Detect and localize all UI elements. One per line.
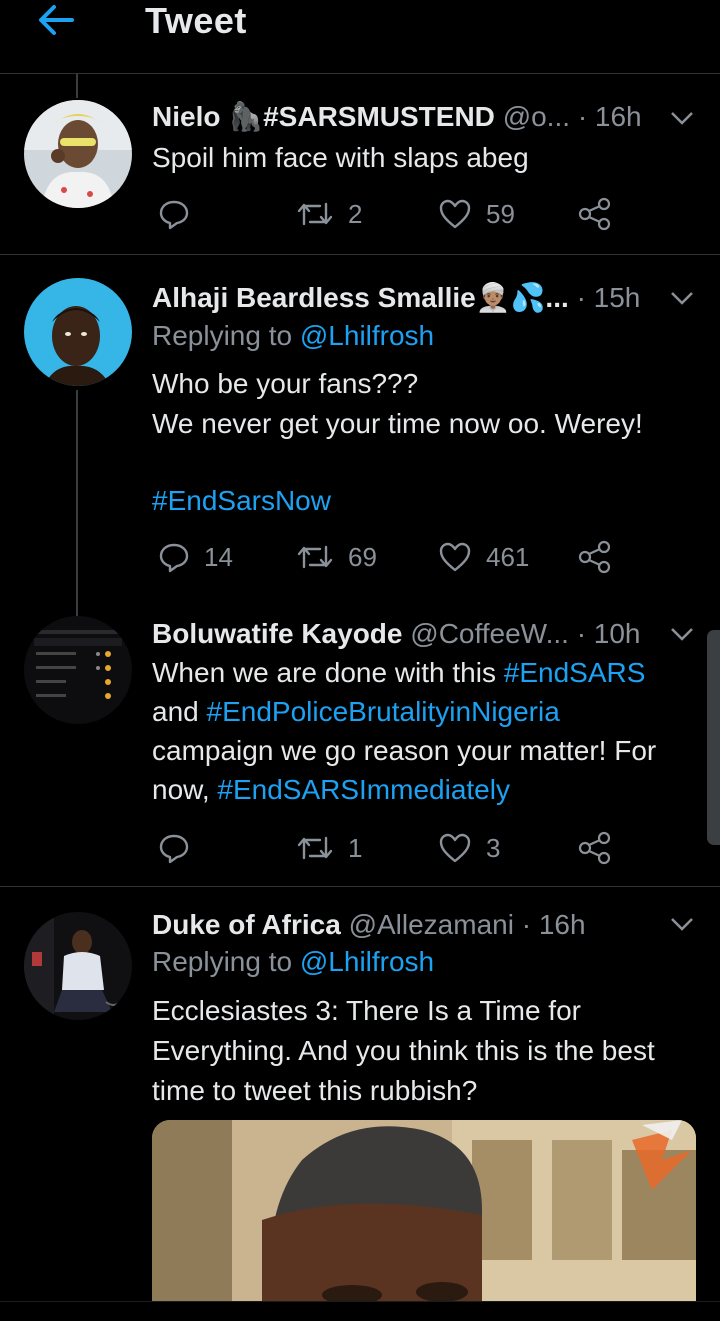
chevron-down-icon[interactable]	[670, 290, 694, 306]
user-handle[interactable]: @CoffeeW...	[410, 618, 569, 649]
reply-icon	[159, 200, 189, 230]
reply-icon	[159, 834, 189, 864]
back-arrow-icon[interactable]	[36, 2, 76, 38]
share-button[interactable]	[578, 828, 612, 868]
hashtag-link[interactable]: #EndSarsNow	[152, 481, 702, 520]
tweet-header: Nielo 🦍#SARSMUSTEND @o... · 16h	[152, 99, 700, 135]
scrollbar[interactable]	[707, 630, 720, 845]
top-bar: Tweet	[0, 0, 720, 74]
retweet-button[interactable]: 1	[296, 828, 362, 868]
display-name[interactable]: Alhaji Beardless Smallie👳🏽‍♂️💦...	[152, 282, 569, 313]
timestamp[interactable]: · 16h	[578, 101, 642, 132]
share-icon	[578, 540, 611, 574]
reply-button[interactable]: 14	[158, 537, 233, 577]
tweet-text: When we are done with this #EndSARS and …	[152, 657, 657, 805]
tweet-actions: 1 3	[152, 828, 632, 868]
tweet-text: Spoil him face with slaps abeg	[152, 142, 529, 173]
timestamp[interactable]: · 10h	[577, 618, 641, 649]
user-handle[interactable]: @Allezamani	[349, 909, 514, 940]
tweet-text: Who be your fans??? We never get your ti…	[152, 364, 702, 520]
tweet[interactable]: Alhaji Beardless Smallie👳🏽‍♂️💦... · 15h …	[0, 256, 720, 616]
timestamp[interactable]: · 16h	[522, 909, 586, 940]
bottom-edge	[0, 1301, 720, 1321]
chevron-down-icon[interactable]	[670, 110, 694, 126]
tweet-header: Alhaji Beardless Smallie👳🏽‍♂️💦... · 15h	[152, 280, 700, 316]
share-icon	[578, 831, 611, 865]
tweet-actions: 14 69 461	[152, 537, 632, 577]
share-button[interactable]	[578, 194, 612, 234]
retweet-button[interactable]: 2	[296, 194, 362, 234]
hashtag-link[interactable]: #EndPoliceBrutalityinNigeria	[207, 696, 560, 727]
avatar[interactable]	[24, 912, 132, 1020]
mention-link[interactable]: @Lhilfrosh	[300, 320, 434, 351]
display-name[interactable]: Boluwatife Kayode	[152, 618, 402, 649]
display-name[interactable]: Nielo 🦍#SARSMUSTEND	[152, 101, 495, 132]
mention-link[interactable]: @Lhilfrosh	[300, 946, 434, 977]
share-button[interactable]	[578, 537, 612, 577]
tweet-header: Boluwatife Kayode @CoffeeW... · 10h	[152, 616, 700, 652]
retweet-button[interactable]: 69	[296, 537, 377, 577]
like-button[interactable]: 3	[438, 828, 500, 868]
chevron-down-icon[interactable]	[670, 626, 694, 642]
chevron-down-icon[interactable]	[670, 916, 694, 932]
tweet-header: Duke of Africa @Allezamani · 16h	[152, 907, 700, 943]
tweet-text: Ecclesiastes 3: There Is a Time for Ever…	[152, 995, 655, 1106]
like-button[interactable]: 461	[438, 537, 529, 577]
user-handle[interactable]: @o...	[503, 101, 570, 132]
heart-icon	[439, 199, 471, 229]
share-icon	[578, 197, 611, 231]
avatar[interactable]	[24, 616, 132, 724]
avatar[interactable]	[24, 278, 132, 386]
hashtag-link[interactable]: #EndSARS	[504, 657, 646, 688]
retweet-icon	[297, 545, 333, 569]
heart-icon	[439, 833, 471, 863]
hashtag-link[interactable]: #EndSARSImmediately	[217, 774, 510, 805]
like-button[interactable]: 59	[438, 194, 515, 234]
tweet-actions: 2 59	[152, 194, 632, 234]
replying-to: Replying to @Lhilfrosh	[152, 320, 435, 351]
heart-icon	[439, 542, 471, 572]
reply-button[interactable]	[158, 194, 204, 234]
replying-to: Replying to @Lhilfrosh	[152, 946, 435, 977]
reply-icon	[159, 543, 189, 573]
avatar[interactable]	[24, 100, 132, 208]
reply-button[interactable]	[158, 828, 204, 868]
tweet[interactable]: Boluwatife Kayode @CoffeeW... · 10h When…	[0, 616, 720, 887]
display-name[interactable]: Duke of Africa	[152, 909, 341, 940]
retweet-icon	[297, 202, 333, 226]
tweet[interactable]: Nielo 🦍#SARSMUSTEND @o... · 16h Spoil hi…	[0, 74, 720, 255]
timestamp[interactable]: · 15h	[577, 282, 641, 313]
retweet-icon	[297, 836, 333, 860]
page-title: Tweet	[145, 0, 247, 41]
tweet-media-image[interactable]	[152, 1120, 696, 1301]
